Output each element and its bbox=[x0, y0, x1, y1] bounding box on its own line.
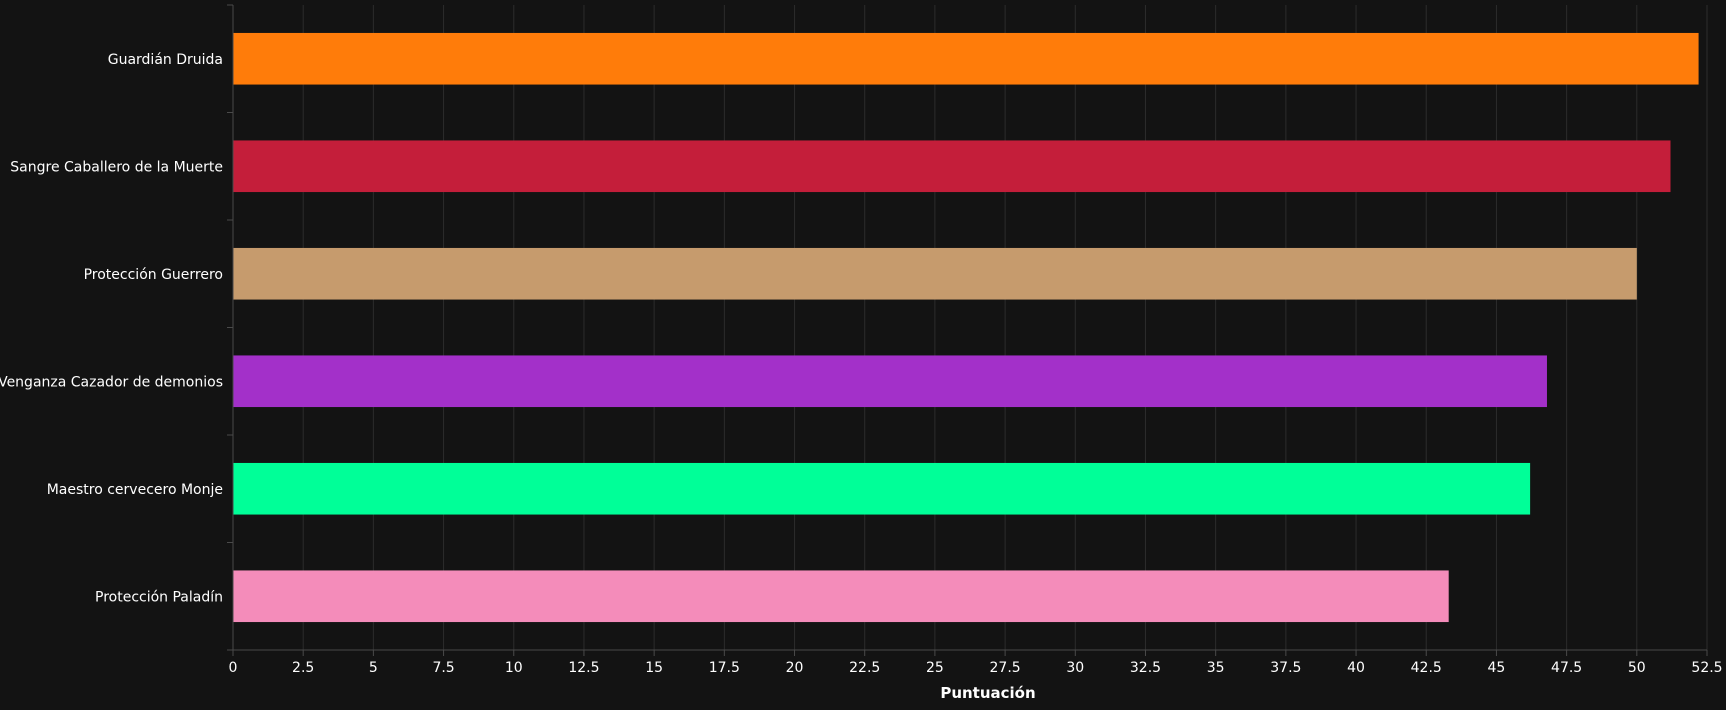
x-tick-label: 10 bbox=[505, 660, 523, 676]
x-tick-label: 25 bbox=[926, 660, 944, 676]
bar[interactable] bbox=[233, 570, 1449, 623]
y-category-label: Maestro cervecero Monje bbox=[47, 482, 223, 498]
grid-lines bbox=[302, 5, 1708, 650]
y-category-label: Guardián Druida bbox=[108, 52, 223, 68]
y-category-label: Venganza Cazador de demonios bbox=[0, 374, 223, 390]
x-tick-label: 50 bbox=[1628, 660, 1646, 676]
x-tick-label: 52.5 bbox=[1691, 660, 1722, 676]
x-tick-label: 27.5 bbox=[990, 660, 1021, 676]
axes bbox=[227, 4, 1708, 656]
bars bbox=[233, 32, 1699, 623]
x-axis-title: Puntuación bbox=[940, 684, 1035, 702]
x-tick-label: 47.5 bbox=[1551, 660, 1582, 676]
bar[interactable] bbox=[233, 32, 1699, 85]
bar[interactable] bbox=[233, 462, 1531, 515]
x-tick-label: 30 bbox=[1066, 660, 1084, 676]
x-tick-label: 22.5 bbox=[849, 660, 880, 676]
x-tick-label: 32.5 bbox=[1130, 660, 1161, 676]
x-tick-label: 20 bbox=[786, 660, 804, 676]
y-category-label: Protección Guerrero bbox=[84, 267, 223, 283]
x-tick-label: 15 bbox=[645, 660, 663, 676]
x-tick-label: 2.5 bbox=[292, 660, 314, 676]
x-tick-label: 42.5 bbox=[1411, 660, 1442, 676]
bar[interactable] bbox=[233, 140, 1671, 193]
bar[interactable] bbox=[233, 247, 1637, 300]
x-tick-label: 0 bbox=[229, 660, 238, 676]
x-tick-label: 45 bbox=[1488, 660, 1506, 676]
y-category-label: Sangre Caballero de la Muerte bbox=[10, 159, 223, 175]
chart-container: 0 2.5 5 7.5 10 12.5 15 17.5 20 22.5 25 27.5 30 32.5 35… bbox=[0, 0, 1726, 706]
x-tick-label: 17.5 bbox=[709, 660, 740, 676]
bar-chart: 0 2.5 5 7.5 10 12.5 15 17.5 20 22.5 25 27.5 30 32.5 35… bbox=[0, 4, 1723, 702]
y-category-label: Protección Paladín bbox=[95, 589, 223, 605]
x-tick-label: 40 bbox=[1347, 660, 1365, 676]
x-tick-label: 37.5 bbox=[1270, 660, 1301, 676]
x-tick-label: 5 bbox=[369, 660, 378, 676]
x-tick-label: 35 bbox=[1207, 660, 1225, 676]
x-tick-label: 7.5 bbox=[432, 660, 454, 676]
x-tick-label: 12.5 bbox=[568, 660, 599, 676]
bar[interactable] bbox=[233, 355, 1547, 408]
